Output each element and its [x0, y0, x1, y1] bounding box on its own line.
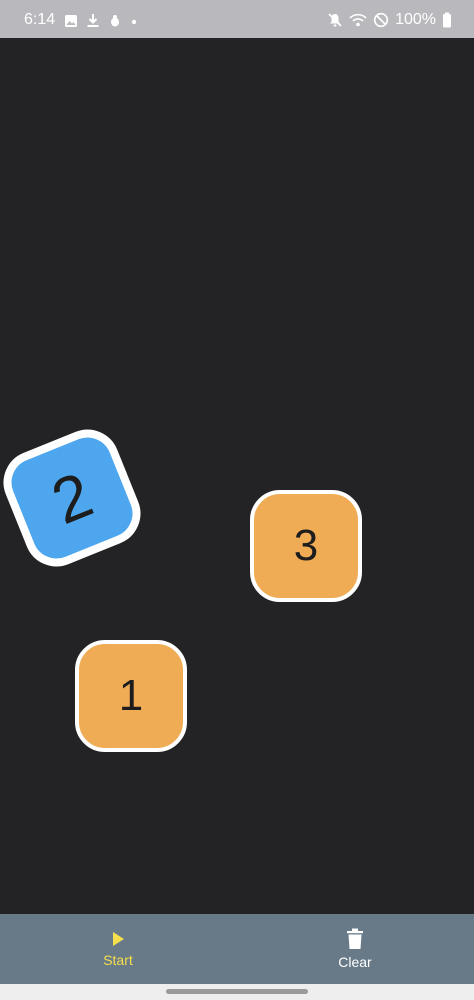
image-icon: [65, 14, 77, 27]
battery-percentage: 100%: [395, 11, 436, 28]
trash-icon: [347, 928, 363, 949]
bug-icon: [111, 14, 119, 26]
download-icon: [87, 14, 99, 27]
tile-1-label: 1: [118, 671, 144, 720]
status-icons-left: [64, 13, 138, 28]
tile-2-label: 2: [42, 457, 102, 539]
clear-button[interactable]: Clear: [295, 914, 415, 984]
mute-icon: [328, 13, 342, 27]
tile-2[interactable]: 2: [0, 419, 151, 577]
tile-3[interactable]: 3: [250, 490, 362, 602]
status-time: 6:14: [24, 11, 56, 28]
status-icons-right: 100%: [327, 11, 452, 29]
start-button[interactable]: Start: [58, 914, 178, 984]
bottom-nav-bar: Start Clear: [0, 914, 474, 984]
tile-3-label: 3: [293, 521, 319, 570]
status-bar: 6:14 100%: [0, 0, 474, 38]
home-gesture-handle[interactable]: [166, 989, 308, 994]
start-label: Start: [103, 952, 133, 968]
dot-icon: [131, 19, 137, 24]
tile-1[interactable]: 1: [75, 640, 187, 752]
gesture-navigation-area: [0, 984, 474, 1000]
drawing-canvas[interactable]: 2 3 1: [0, 38, 474, 914]
battery-icon: [443, 12, 451, 28]
clear-label: Clear: [338, 954, 372, 970]
play-icon: [113, 932, 124, 946]
wifi-icon: [349, 13, 367, 27]
do-not-disturb-icon: [373, 12, 389, 28]
